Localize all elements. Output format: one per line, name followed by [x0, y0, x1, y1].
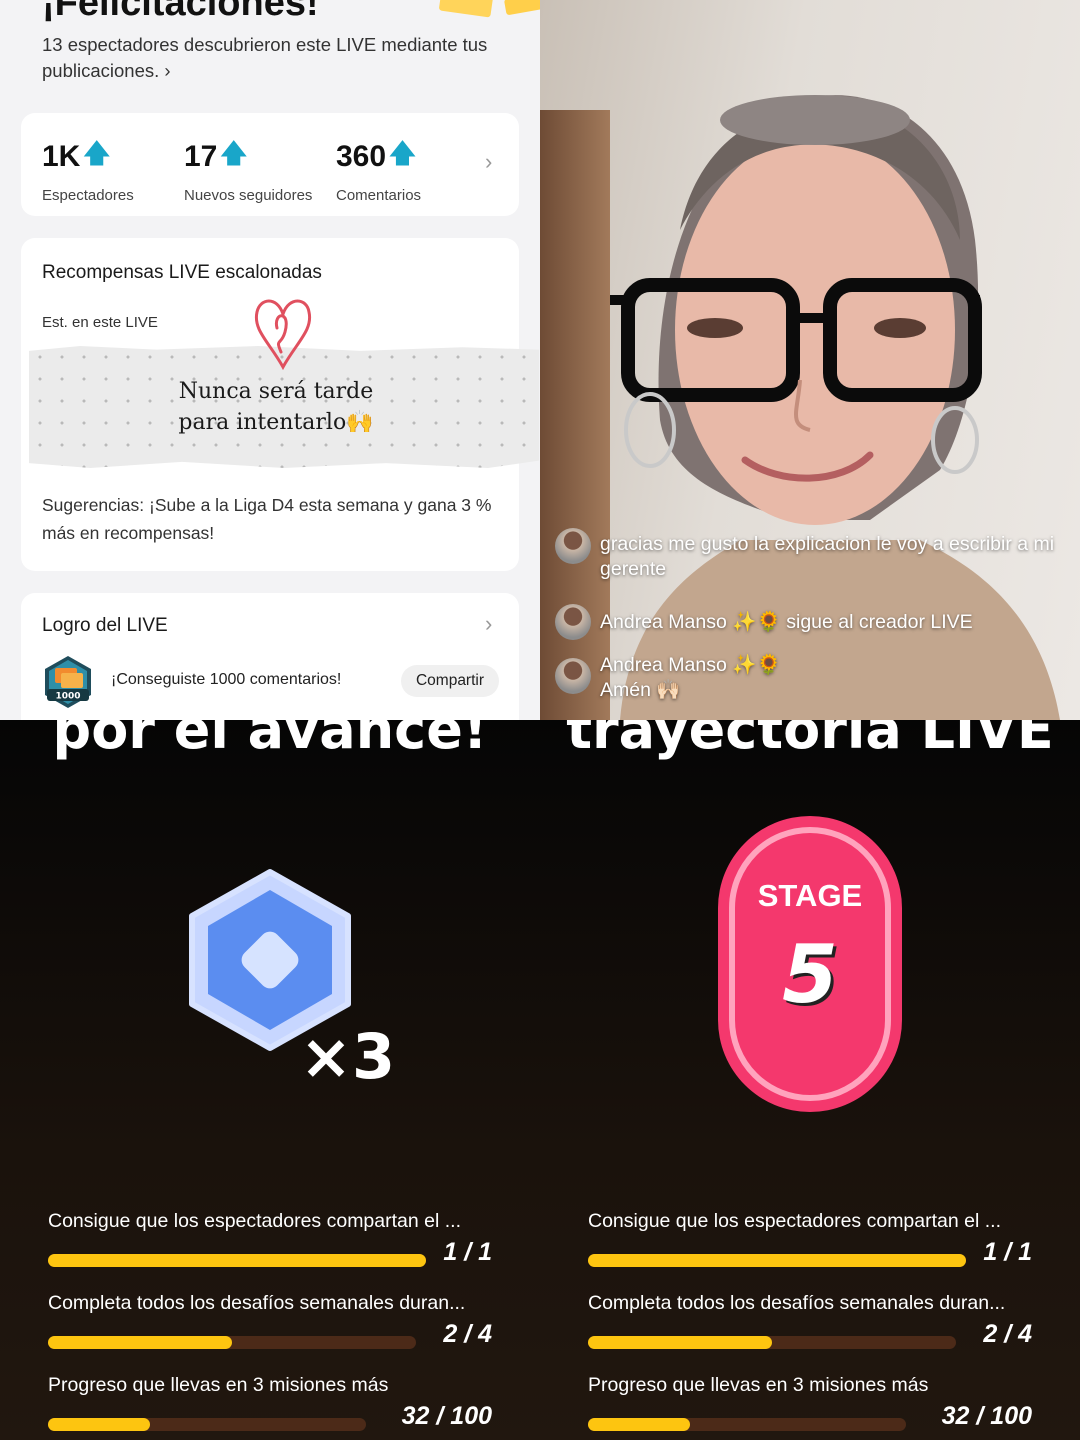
- progress-reward-panel: por el avance! ×3 Consigue que los espec…: [0, 720, 540, 1440]
- panel-heading: trayectoria LIVE: [566, 720, 1054, 761]
- stats-card[interactable]: 1K 🡅 Espectadores 17 🡅 Nuevos seguidores 3…: [21, 113, 519, 216]
- mission-count: 32 / 100: [941, 1402, 1032, 1430]
- comment-username[interactable]: Andrea Manso ✨🌻: [600, 653, 781, 678]
- congrats-title: ¡Felicitaciones!: [42, 0, 319, 24]
- stat-label: Comentarios: [336, 187, 422, 204]
- stage-panel: trayectoria LIVE STAGE 5 Consigue que lo…: [540, 720, 1080, 1440]
- progress-bar-track: [48, 1418, 366, 1431]
- mission-count: 2 / 4: [983, 1320, 1032, 1348]
- achievement-text: ¡Conseguiste 1000 comentarios!: [111, 671, 342, 688]
- stat-viewers: 1K 🡅 Espectadores: [42, 135, 134, 204]
- progress-bar-fill: [48, 1336, 232, 1349]
- panel-heading: por el avance!: [52, 720, 488, 761]
- progress-bar-track: [588, 1336, 956, 1349]
- mission-title: Progreso que llevas en 3 misiones más: [588, 1374, 929, 1396]
- stat-new-followers: 17 🡅 Nuevos seguidores: [184, 135, 312, 204]
- arrow-up-icon: 🡅: [220, 138, 248, 168]
- arrow-up-icon: 🡅: [389, 138, 416, 168]
- achievement-card[interactable]: Logro del LIVE › 1000 ¡Conseguiste 1000 …: [21, 593, 519, 720]
- arrow-up-icon: 🡅: [83, 138, 111, 168]
- commenter-avatar[interactable]: [555, 658, 591, 694]
- progress-bar-fill: [48, 1254, 426, 1267]
- stat-comments: 360 🡅 Comentarios: [336, 135, 421, 204]
- suggestion-text: Sugerencias: ¡Sube a la Liga D4 esta sem…: [42, 495, 492, 543]
- comment-username[interactable]: Andrea Manso ✨🌻: [600, 611, 781, 633]
- progress-bar-track: [588, 1418, 906, 1431]
- comment-text: Amén 🙌🏻: [600, 679, 681, 701]
- progress-bar-fill: [588, 1418, 690, 1431]
- mission-title: Consigue que los espectadores compartan …: [588, 1210, 1001, 1232]
- achievement-title: Logro del LIVE: [42, 615, 168, 636]
- stage-label: STAGE: [757, 878, 863, 913]
- heart-icon: [254, 299, 312, 371]
- estimate-label: Est. en este LIVE: [42, 314, 158, 331]
- live-comment: gracias me gusto la explicacion le voy a…: [600, 533, 1055, 580]
- progress-bar-track: [588, 1254, 966, 1267]
- stat-label: Espectadores: [42, 187, 134, 204]
- note-line-1: Nunca será tarde: [178, 379, 374, 404]
- mission-count: 2 / 4: [443, 1320, 492, 1348]
- mission-title: Consigue que los espectadores compartan …: [48, 1210, 461, 1232]
- discovery-subtitle[interactable]: 13 espectadores descubrieron este LIVE m…: [42, 32, 512, 84]
- mission-count: 1 / 1: [983, 1238, 1032, 1266]
- chevron-right-icon: ›: [164, 60, 171, 81]
- stat-value: 17 🡅: [184, 135, 312, 179]
- decorative-confetti: [438, 0, 494, 18]
- progress-bar-fill: [588, 1336, 772, 1349]
- stage-number: 5: [782, 928, 838, 1021]
- chevron-right-icon: ›: [485, 611, 493, 636]
- svg-text:1000: 1000: [55, 692, 80, 702]
- live-video-panel: gracias me gusto la explicacion le voy a…: [540, 0, 1080, 720]
- progress-bar-fill: [48, 1418, 150, 1431]
- progress-bar-track: [48, 1254, 426, 1267]
- commenter-avatar[interactable]: [555, 528, 591, 564]
- note-line-2: para intentarlo🙌: [178, 410, 374, 435]
- live-comment: Andrea Manso ✨🌻 sigue al creador LIVE: [600, 610, 973, 635]
- progress-bar-track: [48, 1336, 416, 1349]
- multiplier-label: ×3: [300, 1020, 396, 1093]
- mission-count: 32 / 100: [401, 1402, 492, 1430]
- progress-bar-fill: [588, 1254, 966, 1267]
- mission-count: 1 / 1: [443, 1238, 492, 1266]
- commenter-avatar[interactable]: [555, 604, 591, 640]
- stat-value: 360 🡅: [336, 135, 421, 179]
- mission-title: Completa todos los desafíos semanales du…: [588, 1292, 1006, 1314]
- rewards-title: Recompensas LIVE escalonadas: [42, 262, 322, 283]
- mission-title: Progreso que llevas en 3 misiones más: [48, 1374, 389, 1396]
- comments-1000-badge-icon: 1000: [45, 656, 91, 708]
- chevron-right-icon: ›: [485, 149, 493, 174]
- tiered-rewards-card: Recompensas LIVE escalonadas Est. en est…: [21, 238, 539, 571]
- share-button[interactable]: Compartir: [401, 665, 499, 697]
- mission-title: Completa todos los desafíos semanales du…: [48, 1292, 466, 1314]
- stat-label: Nuevos seguidores: [184, 187, 313, 204]
- decorative-confetti: [503, 0, 540, 16]
- stat-value: 1K 🡅: [42, 135, 134, 179]
- live-summary-panel: ¡Felicitaciones! 13 espectadores descubr…: [0, 0, 540, 720]
- comment-text: sigue al creador LIVE: [786, 611, 973, 633]
